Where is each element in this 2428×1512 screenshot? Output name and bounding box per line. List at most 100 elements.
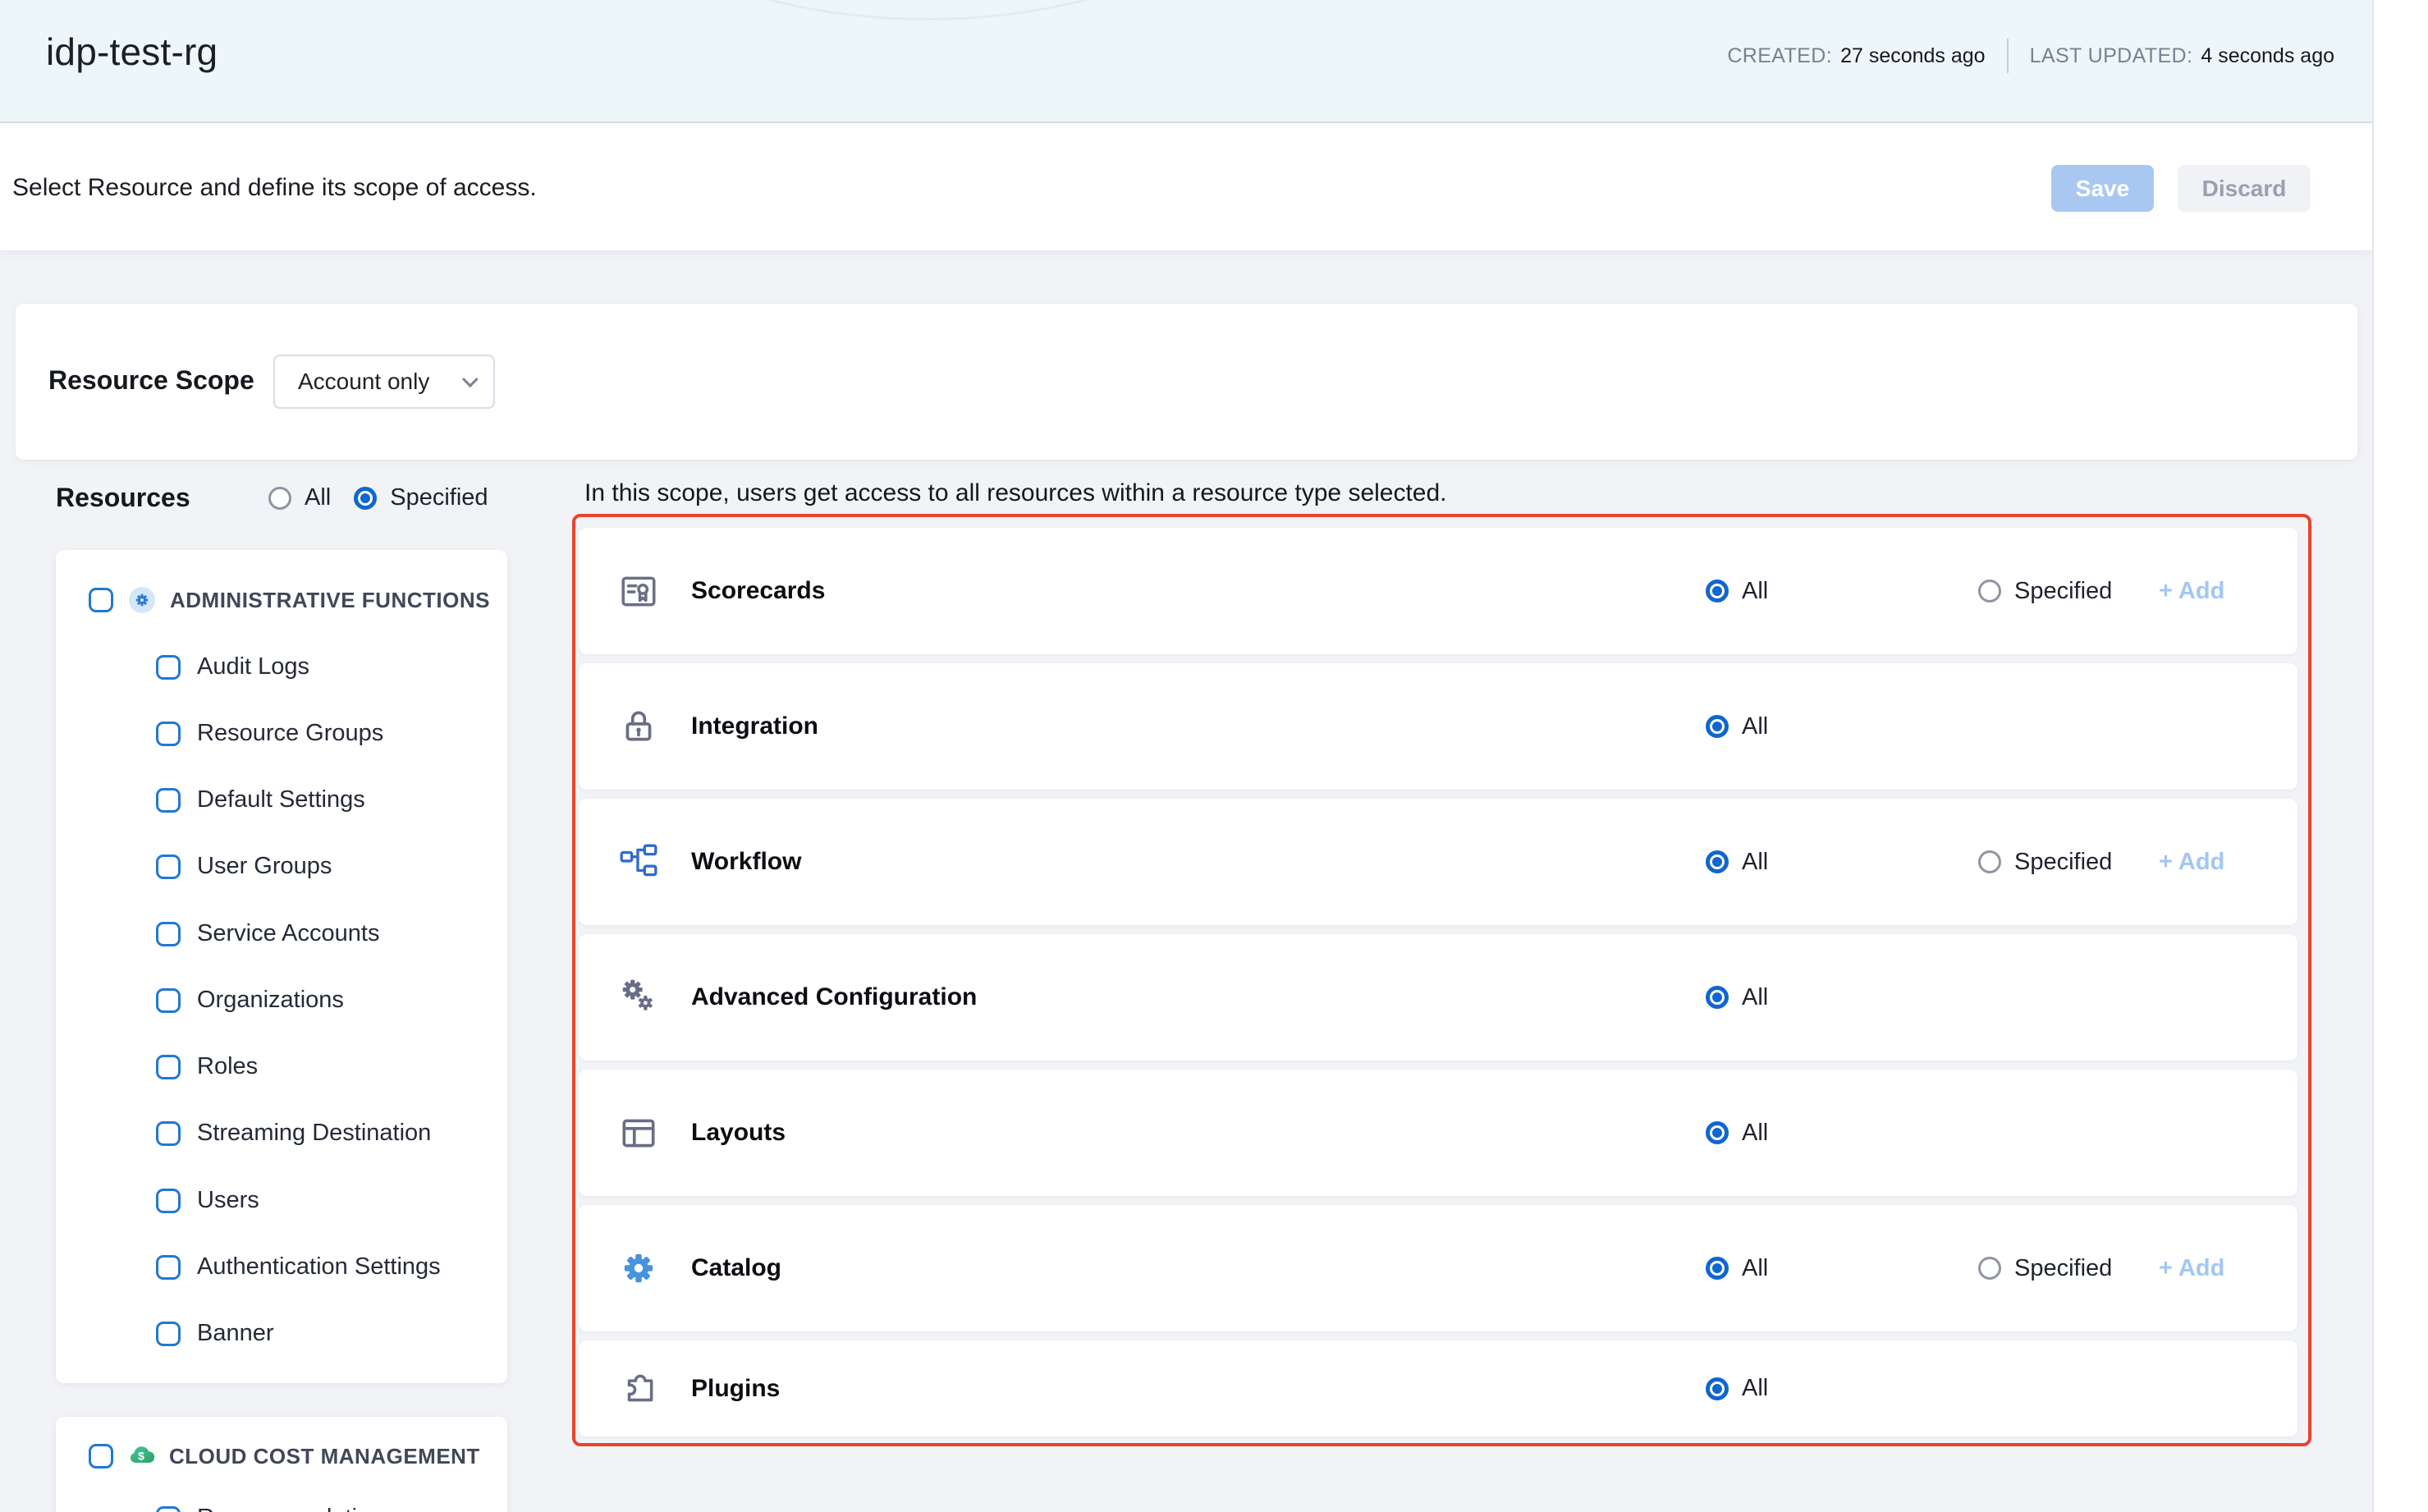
option-specified: Specified xyxy=(1978,1205,2112,1331)
list-item[interactable]: Default Settings xyxy=(56,786,507,813)
scope-description: In this scope, users get access to all r… xyxy=(584,479,1447,507)
radio-all[interactable] xyxy=(1706,715,1729,738)
resources-title: Resources xyxy=(56,483,190,513)
list-item[interactable]: User Groups xyxy=(56,853,507,880)
resource-scope-card: Resource Scope Account only xyxy=(16,304,2357,460)
item-checkbox[interactable] xyxy=(156,655,181,680)
resource-type-label: Workflow xyxy=(691,848,801,876)
list-item[interactable]: Authentication Settings xyxy=(56,1253,507,1281)
add-link[interactable]: + Add xyxy=(2159,799,2224,925)
option-all: All xyxy=(1706,1070,1768,1196)
list-item[interactable]: Users xyxy=(56,1187,507,1214)
radio-specified[interactable] xyxy=(354,487,377,510)
list-item[interactable]: Organizations xyxy=(56,987,507,1014)
radio-specified[interactable] xyxy=(1978,1257,2001,1280)
discard-button[interactable]: Discard xyxy=(2178,165,2311,212)
created-label: CREATED: xyxy=(1727,44,1832,68)
item-label: Users xyxy=(197,1187,259,1214)
item-checkbox[interactable] xyxy=(156,922,181,946)
item-label: User Groups xyxy=(197,853,332,880)
svg-text:$: $ xyxy=(138,1450,144,1463)
toolbar-description: Select Resource and define its scope of … xyxy=(12,174,537,202)
radio-all-label: All xyxy=(1742,713,1768,740)
add-link[interactable]: + Add xyxy=(2159,1205,2224,1331)
item-checkbox[interactable] xyxy=(156,988,181,1013)
item-checkbox[interactable] xyxy=(156,1189,181,1213)
radio-specified-label: Specified xyxy=(2014,578,2112,605)
item-label: Banner xyxy=(197,1320,274,1347)
save-button[interactable]: Save xyxy=(2051,165,2154,212)
item-checkbox[interactable] xyxy=(156,1255,181,1280)
resource-type-label: Integration xyxy=(691,712,818,740)
radio-all[interactable] xyxy=(1706,986,1729,1009)
item-label: Roles xyxy=(197,1053,258,1080)
item-label: Authentication Settings xyxy=(197,1253,441,1281)
resource-group-list-admin: ADMINISTRATIVE FUNCTIONS Audit Logs Reso… xyxy=(56,550,507,1383)
scorecard-icon xyxy=(618,570,659,612)
radio-all-label: All xyxy=(1742,1255,1768,1282)
resources-mode-radios: All Specified xyxy=(268,484,488,511)
item-label: Audit Logs xyxy=(197,653,309,680)
list-item[interactable]: Banner xyxy=(56,1320,507,1347)
action-toolbar: Select Resource and define its scope of … xyxy=(0,123,2372,251)
list-item[interactable]: Recommendations xyxy=(56,1505,507,1512)
group-header-admin: ADMINISTRATIVE FUNCTIONS xyxy=(56,587,507,613)
resource-type-label: Advanced Configuration xyxy=(691,983,977,1011)
list-item[interactable]: Audit Logs xyxy=(56,653,507,680)
layout-icon xyxy=(618,1112,659,1153)
radio-all[interactable] xyxy=(1706,1257,1729,1280)
item-label: Resource Groups xyxy=(197,720,383,747)
updated-label: LAST UPDATED: xyxy=(2030,44,2193,68)
workflow-icon xyxy=(618,841,659,882)
group-checkbox[interactable] xyxy=(89,1444,113,1468)
item-label: Streaming Destination xyxy=(197,1120,431,1147)
radio-all[interactable] xyxy=(1706,850,1729,873)
item-checkbox[interactable] xyxy=(156,1121,181,1146)
radio-specified[interactable] xyxy=(1978,580,2001,603)
resource-type-label: Catalog xyxy=(691,1254,781,1282)
resource-type-label: Layouts xyxy=(691,1119,786,1147)
item-checkbox[interactable] xyxy=(156,855,181,879)
item-label: Service Accounts xyxy=(197,920,379,947)
list-item[interactable]: Service Accounts xyxy=(56,920,507,947)
plugin-icon xyxy=(618,1368,659,1409)
item-checkbox[interactable] xyxy=(156,1322,181,1346)
item-checkbox[interactable] xyxy=(156,1055,181,1079)
group-name: CLOUD COST MANAGEMENT xyxy=(169,1444,480,1469)
resource-scope-value: Account only xyxy=(298,369,462,395)
resource-scope-label: Resource Scope xyxy=(48,365,254,396)
row-integration: Integration All xyxy=(579,663,2297,790)
cloud-dollar-icon: $ xyxy=(126,1442,156,1470)
option-all: All xyxy=(1706,1340,1768,1436)
lock-icon xyxy=(618,706,659,747)
option-all: All xyxy=(1706,799,1768,925)
group-checkbox[interactable] xyxy=(89,588,113,612)
resource-type-label: Scorecards xyxy=(691,577,825,605)
option-specified: Specified xyxy=(1978,528,2112,654)
item-label: Recommendations xyxy=(197,1505,396,1512)
radio-all[interactable] xyxy=(1706,1121,1729,1144)
resource-group-page: idp-test-rg CREATED: 27 seconds ago LAST… xyxy=(0,0,2374,1512)
radio-all[interactable] xyxy=(1706,580,1729,603)
item-checkbox[interactable] xyxy=(156,722,181,746)
radio-all[interactable] xyxy=(268,487,291,510)
meta-divider xyxy=(2007,39,2009,73)
radio-specified[interactable] xyxy=(1978,850,2001,873)
item-label: Organizations xyxy=(197,987,344,1014)
resource-scope-dropdown[interactable]: Account only xyxy=(273,355,495,409)
radio-all-label: All xyxy=(1742,1375,1768,1402)
item-checkbox[interactable] xyxy=(156,788,181,813)
header-decor-arc xyxy=(271,0,1584,21)
option-specified: Specified xyxy=(1978,799,2112,925)
list-item[interactable]: Resource Groups xyxy=(56,720,507,747)
item-checkbox[interactable] xyxy=(156,1506,181,1512)
admin-gear-icon xyxy=(129,587,155,613)
row-scorecards: Scorecards All Specified + Add xyxy=(579,528,2297,654)
list-item[interactable]: Streaming Destination xyxy=(56,1120,507,1147)
radio-all-label: All xyxy=(1742,849,1768,876)
add-link[interactable]: + Add xyxy=(2159,528,2224,654)
row-workflow: Workflow All Specified + Add xyxy=(579,799,2297,925)
radio-specified-label: Specified xyxy=(2014,849,2112,876)
list-item[interactable]: Roles xyxy=(56,1053,507,1080)
radio-all[interactable] xyxy=(1706,1377,1729,1400)
